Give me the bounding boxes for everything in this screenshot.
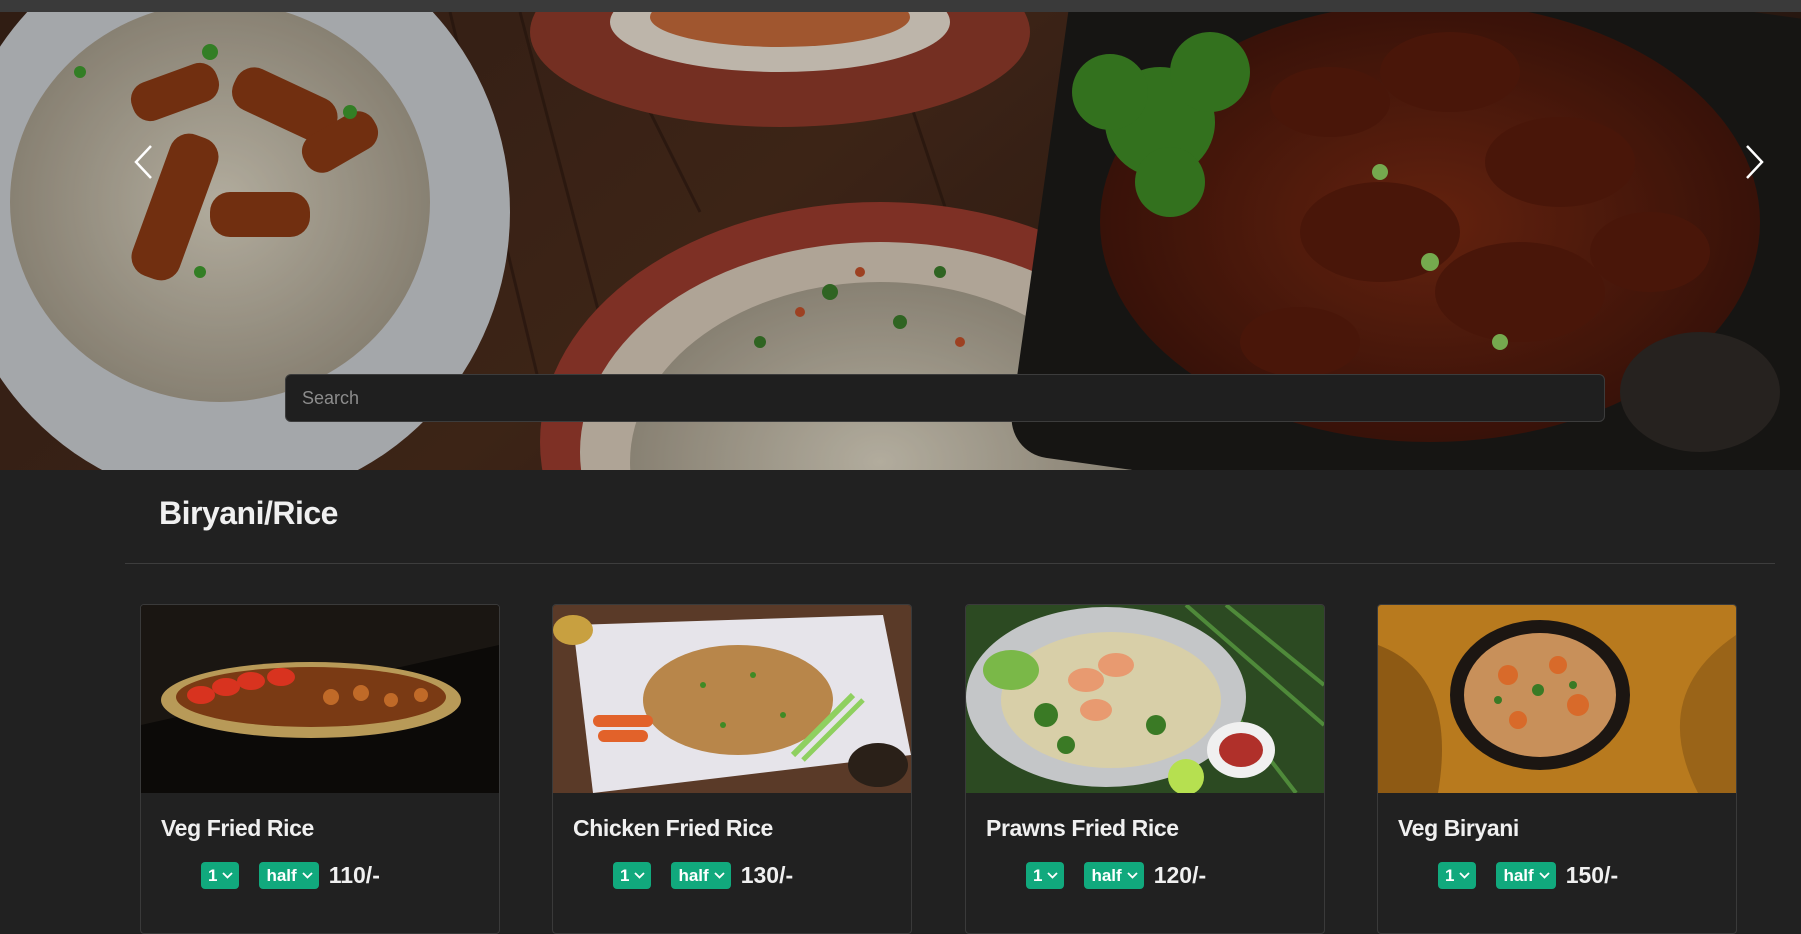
chevron-down-icon [1539, 872, 1550, 879]
chevron-down-icon [1127, 872, 1138, 879]
portion-value: half [1091, 865, 1122, 885]
portion-value: half [1503, 865, 1534, 885]
item-name: Chicken Fried Rice [573, 815, 773, 841]
item-price: 120/- [1153, 862, 1207, 888]
food-card: Chicken Fried Rice 1 half 130/- [552, 604, 912, 934]
chevron-down-icon [714, 872, 725, 879]
food-card: Prawns Fried Rice 1 half 120/- [965, 604, 1325, 934]
chevron-right-icon [1746, 145, 1764, 179]
quantity-select[interactable]: 1 [613, 862, 652, 889]
portion-select[interactable]: half [1496, 862, 1556, 889]
food-card: Veg Fried Rice 1 half 110/- [140, 604, 500, 934]
item-price: 150/- [1565, 862, 1619, 888]
carousel-next-button[interactable] [1730, 132, 1780, 192]
item-controls: 1 half 130/- [613, 862, 793, 889]
quantity-value: 1 [208, 865, 218, 885]
item-price: 110/- [328, 862, 380, 888]
quantity-value: 1 [1445, 865, 1455, 885]
food-image [141, 605, 499, 793]
portion-select[interactable]: half [671, 862, 731, 889]
quantity-select[interactable]: 1 [201, 862, 240, 889]
browser-top-strip [0, 0, 1801, 12]
quantity-select[interactable]: 1 [1026, 862, 1065, 889]
chevron-left-icon [134, 145, 152, 179]
chevron-down-icon [634, 872, 646, 879]
food-card: Veg Biryani 1 half 150/- [1377, 604, 1737, 934]
item-controls: 1 half 110/- [201, 862, 380, 889]
item-controls: 1 half 120/- [1026, 862, 1206, 889]
portion-select[interactable]: half [1084, 862, 1144, 889]
chevron-down-icon [1047, 872, 1059, 879]
food-image [1378, 605, 1736, 793]
item-controls: 1 half 150/- [1438, 862, 1618, 889]
food-image [966, 605, 1324, 793]
item-name: Veg Biryani [1398, 815, 1519, 841]
food-image [553, 605, 911, 793]
quantity-value: 1 [1033, 865, 1043, 885]
item-name: Prawns Fried Rice [986, 815, 1179, 841]
portion-select[interactable]: half [259, 862, 319, 889]
chevron-down-icon [302, 872, 313, 879]
quantity-value: 1 [620, 865, 630, 885]
hero-carousel [0, 12, 1801, 470]
chevron-down-icon [222, 872, 234, 879]
carousel-prev-button[interactable] [118, 132, 168, 192]
section-title: Biryani/Rice [159, 495, 338, 531]
item-name: Veg Fried Rice [161, 815, 314, 841]
portion-value: half [266, 865, 297, 885]
quantity-select[interactable]: 1 [1438, 862, 1477, 889]
section-divider [125, 563, 1775, 564]
search-input[interactable] [285, 374, 1605, 422]
chevron-down-icon [1459, 872, 1471, 879]
item-price: 130/- [740, 862, 794, 888]
portion-value: half [678, 865, 709, 885]
